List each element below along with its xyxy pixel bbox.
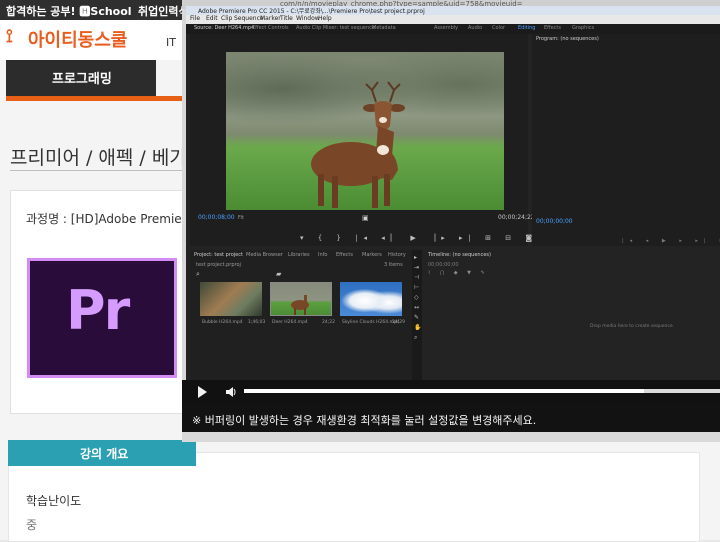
tab-effects-panel[interactable]: Effects (336, 252, 353, 258)
tab-audio[interactable]: Audio (468, 25, 482, 31)
app-title: Adobe Premiere Pro CC 2015 - C:\무료강좌\...… (198, 8, 425, 15)
logo-icon[interactable]: ⟟ (6, 26, 13, 47)
premiere-logo-text: Pr (66, 279, 130, 342)
overview-tab[interactable]: 강의 개요 (8, 440, 196, 466)
tab-color[interactable]: Color (492, 25, 505, 31)
menu-title[interactable]: Title (280, 15, 293, 22)
overview-tab-label: 강의 개요 (80, 447, 129, 461)
deer-image (311, 81, 405, 208)
play-button[interactable] (198, 386, 207, 398)
fit-dropdown[interactable]: Fit (238, 215, 244, 221)
tab-history[interactable]: History (388, 252, 406, 258)
clip-duration: 24;22 (322, 320, 335, 325)
clip-name: Skyline Clouds H264.mp4 (342, 320, 400, 325)
ripple-edit-tool-icon[interactable]: ⊣ (414, 274, 419, 281)
zoom-tool-icon[interactable]: ⌕ (414, 334, 417, 342)
rolling-edit-tool-icon[interactable]: ⊢ (414, 284, 419, 291)
title-divider (10, 170, 190, 171)
premiere-app: Adobe Premiere Pro CC 2015 - C:\무료강좌\...… (186, 6, 720, 406)
promo-text[interactable]: 합격하는 공부! 🅷School (6, 3, 132, 19)
tab-source[interactable]: Source: Deer H264.mp4 (194, 25, 254, 31)
hand-tool-icon[interactable]: ✋ (414, 324, 421, 331)
menu-file[interactable]: File (190, 15, 200, 22)
tab-libraries[interactable]: Libraries (288, 252, 310, 258)
pen-tool-icon[interactable]: ✎ (414, 314, 419, 321)
page-title: 프리미어 / 애펙 / 베가 (10, 147, 187, 169)
clip-duration: 1;46;03 (248, 320, 266, 325)
timeline-tab[interactable]: Timeline: (no sequences) (428, 252, 491, 258)
tab-effect-controls[interactable]: Effect Controls (252, 25, 289, 31)
settings-wrench-icon[interactable]: ▣ (362, 214, 369, 222)
selection-tool-icon[interactable]: ▸ (414, 254, 417, 261)
clip-thumb-bubble[interactable] (200, 282, 262, 316)
app-menubar: File Edit Clip Sequence Marker Title Win… (186, 15, 720, 24)
search-icon[interactable]: ⌕ (196, 270, 200, 279)
clip-thumb-clouds[interactable] (340, 282, 402, 316)
difficulty-value: 중 (26, 518, 38, 532)
timeline-toolbar[interactable]: ⌇ ⋂ ◆ ▼ ✎ (428, 270, 489, 276)
notice-text: ※ 버퍼링이 발생하는 경우 재생환경 최적화를 눌러 설정값을 변경해주세요. (192, 414, 537, 427)
clip-name: Bubble H264.mp4 (202, 320, 243, 325)
progress-fill (244, 389, 644, 393)
menu-window[interactable]: Window (296, 15, 320, 22)
menu-tab-programming[interactable]: 프로그래밍 (6, 60, 156, 96)
tab-info[interactable]: Info (318, 252, 327, 258)
track-select-tool-icon[interactable]: ⇥ (414, 264, 419, 271)
menu-help[interactable]: Help (318, 15, 332, 22)
tab-media-browser[interactable]: Media Browser (246, 252, 283, 258)
timeline-timecode[interactable]: 00;00;00;00 (428, 262, 459, 268)
source-monitor: 00;00;08;00 Fit ▣ 00;00;24;22 ▾ { } |◂ ◂… (190, 34, 552, 246)
slip-tool-icon[interactable]: ↔ (414, 304, 419, 311)
buffering-notice: ※ 버퍼링이 발생하는 경우 재생환경 최적화를 눌러 설정값을 변경해주세요. (182, 404, 720, 432)
clip-thumb-deer[interactable] (270, 282, 332, 316)
program-monitor: Program: (no sequences) 00;00;00;00 |◂ ◂… (532, 34, 720, 246)
clip-duration: 24;29 (392, 320, 405, 325)
tab-metadata[interactable]: Metadata (372, 25, 396, 31)
tab-markers[interactable]: Markers (362, 252, 382, 258)
program-tab[interactable]: Program: (no sequences) (536, 36, 599, 42)
volume-icon[interactable] (226, 386, 236, 398)
tab-audio-clip-mixer[interactable]: Audio Clip Mixer: test sequence (296, 25, 375, 31)
tab-project[interactable]: Project: test project (194, 252, 243, 258)
menu-tab-label: 프로그래밍 (52, 72, 112, 87)
tab-effects[interactable]: Effects (544, 25, 561, 31)
premiere-logo: Pr (27, 258, 177, 378)
program-timecode[interactable]: 00;00;00;00 (536, 218, 573, 225)
source-timecode[interactable]: 00;00;08;00 (198, 214, 235, 221)
site-logo[interactable]: 아이티동스쿨 (28, 26, 127, 52)
folder-icon[interactable]: ▰ (276, 270, 281, 278)
tab-graphics[interactable]: Graphics (572, 25, 594, 31)
project-file-name: test project.prproj (196, 262, 241, 268)
workspace-tabs: Source: Deer H264.mp4 Effect Controls Au… (186, 24, 720, 34)
clip-name: Deer H264.mp4 (272, 320, 308, 325)
transport-controls[interactable]: ▾ { } |◂ ◂▏ ▶ ▕▸ ▸| ⊞ ⊟ ◙ + (300, 234, 558, 242)
menu-underline (6, 96, 191, 101)
tab-assembly[interactable]: Assembly (434, 25, 458, 31)
deer-thumb-image (291, 295, 309, 315)
timeline-drop-hint: Drop media here to create sequence. (590, 324, 675, 329)
player-controls (182, 380, 720, 404)
item-count: 3 Items (384, 262, 403, 268)
progress-bar[interactable] (244, 389, 720, 393)
video-frame (226, 52, 504, 210)
program-transport[interactable]: |◂ ◂ ▶ ▸ ▸| ⊞ (622, 238, 720, 244)
course-name: 과정명 : [HD]Adobe Premiere (26, 212, 194, 226)
menu-marker[interactable]: Marker (260, 15, 281, 22)
app-titlebar: Adobe Premiere Pro CC 2015 - C:\무료강좌\...… (186, 6, 720, 15)
razor-tool-icon[interactable]: ◇ (414, 294, 419, 301)
menu-edit[interactable]: Edit (206, 15, 218, 22)
tab-editing[interactable]: Editing (518, 25, 535, 31)
difficulty-label: 학습난이도 (26, 494, 82, 508)
video-player-window: com/n/n/movieplay_chrome.php?type=sample… (182, 0, 720, 442)
source-duration: 00;00;24;22 (498, 214, 535, 221)
header-nav-fragment[interactable]: IT (166, 36, 176, 49)
menu-clip[interactable]: Clip (221, 15, 232, 22)
